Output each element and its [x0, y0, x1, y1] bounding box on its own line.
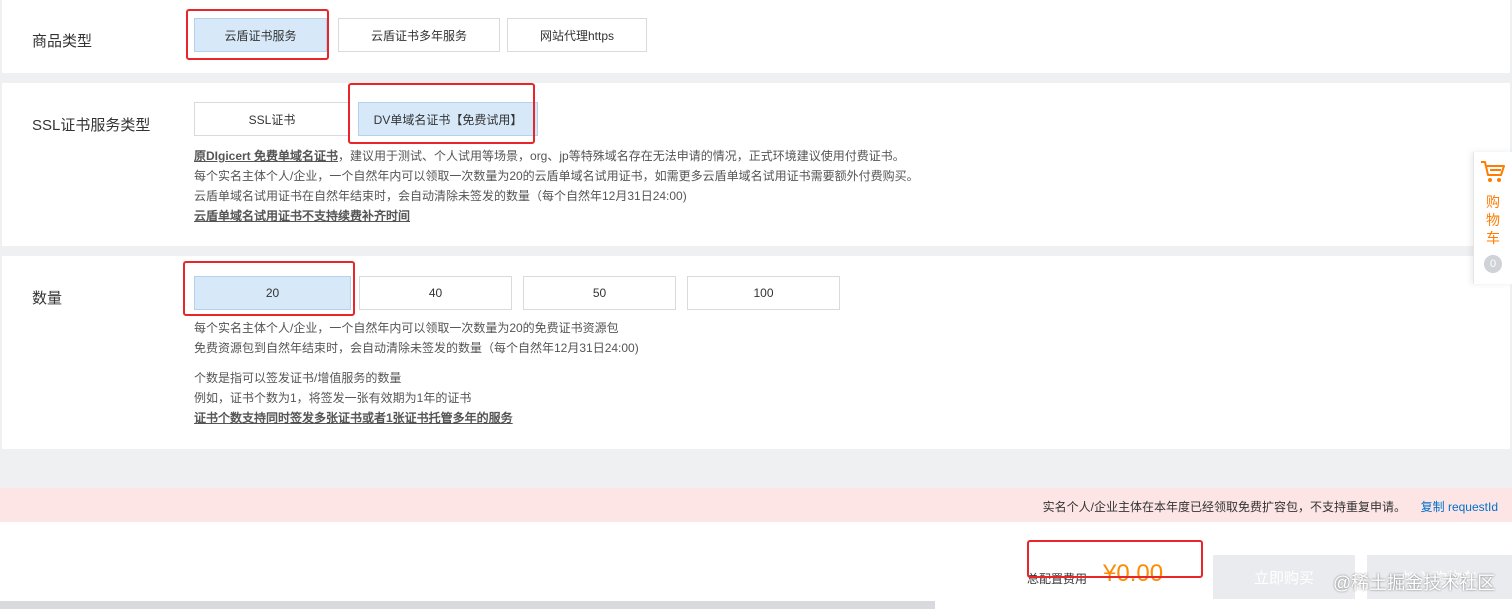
quantity-desc-line-2: 免费资源包到自然年结束时，会自动清除未签发的数量（每个自然年12月31日24:0… — [194, 341, 639, 355]
option-quantity-100[interactable]: 100 — [687, 276, 840, 310]
option-cloud-shield-cert-multi-year[interactable]: 云盾证书多年服务 — [338, 18, 500, 52]
quantity-desc-line-4: 例如，证书个数为1，将签发一张有效期为1年的证书 — [194, 391, 472, 405]
option-site-proxy-https[interactable]: 网站代理https — [507, 18, 647, 52]
option-ssl-cert[interactable]: SSL证书 — [194, 102, 350, 136]
ssl-desc-line-4-bold[interactable]: 云盾单域名试用证书不支持续费补齐时间 — [194, 209, 410, 223]
total-fee-value: ¥0.00 — [1103, 560, 1164, 587]
product-type-panel: 商品类型 云盾证书服务 云盾证书多年服务 网站代理https — [2, 0, 1510, 73]
shopping-cart-icon — [1480, 160, 1506, 189]
option-dv-single-domain-free-trial[interactable]: DV单域名证书【免费试用】 — [358, 102, 538, 136]
ssl-type-label: SSL证书服务类型 — [32, 117, 151, 134]
product-type-label: 商品类型 — [32, 33, 93, 50]
total-fee-label: 总配置费用 — [1027, 572, 1088, 586]
quantity-description: 每个实名主体个人/企业，一个自然年内可以领取一次数量为20的免费证书资源包 免费… — [194, 318, 639, 428]
ssl-desc-line-1: 原DIgicert 免费单域名证书，建议用于测试、个人试用等场景，org、jp等… — [194, 146, 919, 166]
floating-cart[interactable]: 购物车 0 — [1473, 152, 1512, 284]
ssl-type-description: 原DIgicert 免费单域名证书，建议用于测试、个人试用等场景，org、jp等… — [194, 146, 919, 226]
cart-label: 购物车 — [1486, 194, 1500, 246]
option-quantity-40[interactable]: 40 — [359, 276, 512, 310]
horizontal-scrollbar[interactable] — [0, 601, 935, 609]
option-quantity-20[interactable]: 20 — [194, 276, 351, 310]
ssl-desc-line-2: 每个实名主体个人/企业，一个自然年内可以领取一次数量为20的云盾单域名试用证书，… — [194, 169, 919, 183]
ssl-desc-bold-link[interactable]: 原DIgicert 免费单域名证书 — [194, 149, 338, 163]
quantity-label: 数量 — [32, 290, 63, 307]
warning-bar: 实名个人/企业主体在本年度已经领取免费扩容包，不支持重复申请。 复制 reque… — [0, 488, 1512, 522]
option-cloud-shield-cert-service[interactable]: 云盾证书服务 — [194, 18, 327, 52]
ssl-desc-line-3: 云盾单域名试用证书在自然年结束时，会自动清除未签发的数量（每个自然年12月31日… — [194, 189, 687, 203]
quantity-desc-line-5-bold[interactable]: 证书个数支持同时签发多张证书或者1张证书托管多年的服务 — [194, 411, 513, 425]
warning-text: 实名个人/企业主体在本年度已经领取免费扩容包，不支持重复申请。 — [1042, 500, 1406, 514]
quantity-desc-line-3: 个数是指可以签发证书/增值服务的数量 — [194, 371, 402, 385]
quantity-desc-line-1: 每个实名主体个人/企业，一个自然年内可以领取一次数量为20的免费证书资源包 — [194, 321, 619, 335]
ssl-desc-line-1-text: ，建议用于测试、个人试用等场景，org、jp等特殊域名存在无法申请的情况，正式环… — [338, 149, 905, 163]
order-footer: 总配置费用 ¥0.00 立即购买 加入购物车 @稀土掘金技术社区 — [0, 522, 1512, 609]
watermark: @稀土掘金技术社区 — [1333, 573, 1496, 593]
cart-count-badge: 0 — [1484, 255, 1502, 273]
copy-request-id-link[interactable]: 复制 requestId — [1421, 498, 1498, 515]
option-quantity-50[interactable]: 50 — [523, 276, 676, 310]
